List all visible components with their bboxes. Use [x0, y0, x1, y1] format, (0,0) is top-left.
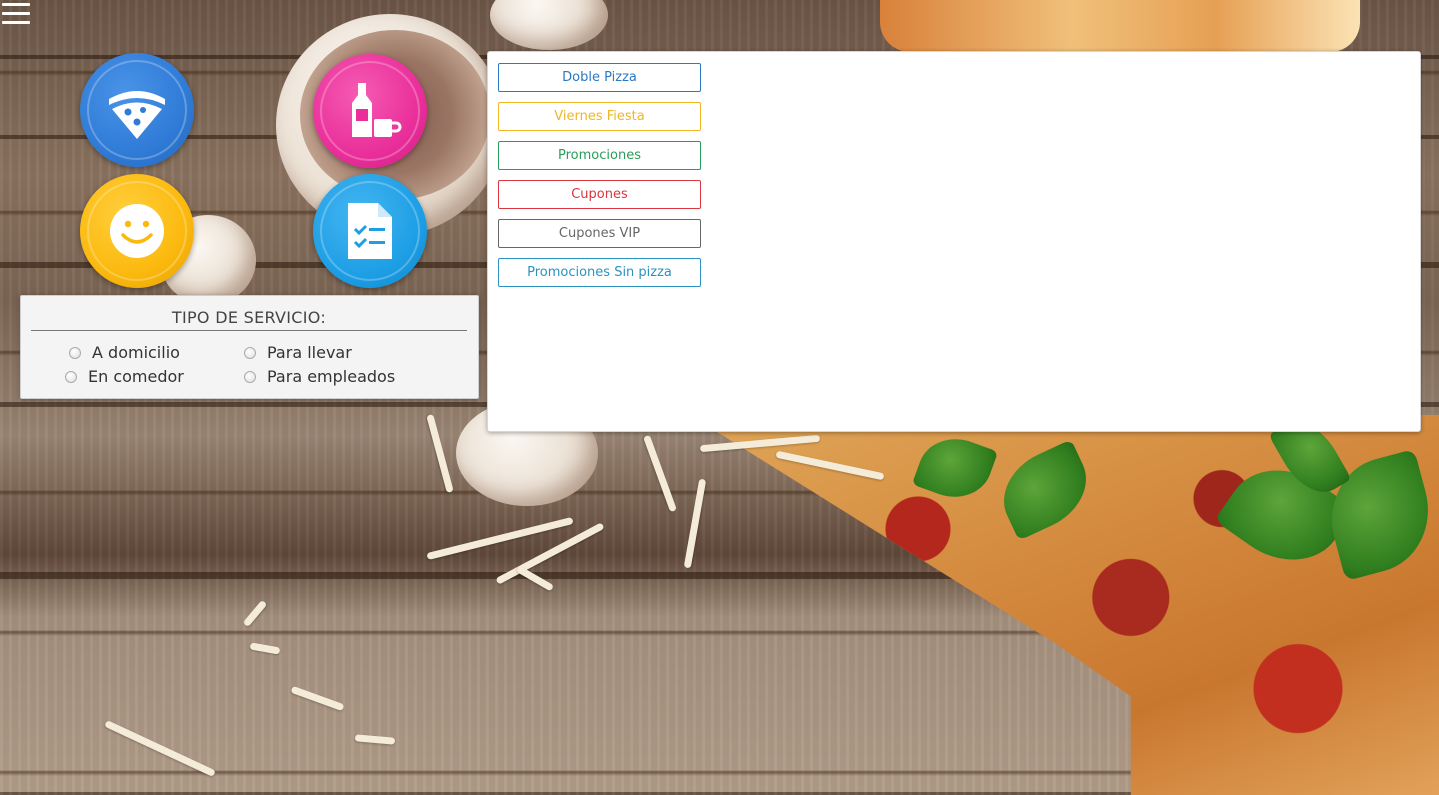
cheese-shred-decoration — [104, 719, 216, 778]
promotions-panel: Doble Pizza Viernes Fiesta Promociones C… — [487, 51, 1421, 432]
order-button[interactable] — [313, 174, 427, 288]
radio-label: Para llevar — [267, 343, 352, 362]
customer-button[interactable] — [80, 174, 194, 288]
drinks-button[interactable] — [313, 54, 427, 168]
radio-para-empleados[interactable]: Para empleados — [244, 367, 395, 386]
promo-sin-pizza-button[interactable]: Promociones Sin pizza — [498, 258, 701, 287]
hamburger-menu-icon[interactable] — [2, 3, 30, 25]
radio-label: A domicilio — [92, 343, 180, 362]
pizza-button[interactable] — [80, 53, 194, 167]
cheese-shred-decoration — [426, 413, 454, 494]
cheese-shred-decoration — [354, 734, 396, 745]
promo-promociones-button[interactable]: Promociones — [498, 141, 701, 170]
radio-label: En comedor — [88, 367, 184, 386]
mushroom-decoration — [490, 0, 608, 50]
menu-bar — [2, 12, 30, 15]
radio-para-llevar[interactable]: Para llevar — [244, 343, 352, 362]
checklist-document-icon — [348, 203, 392, 259]
cheese-shred-decoration — [290, 685, 345, 712]
menu-bar — [2, 21, 30, 24]
radio-a-domicilio[interactable]: A domicilio — [69, 343, 180, 362]
radio-button-icon[interactable] — [244, 346, 256, 359]
promo-cupones-vip-button[interactable]: Cupones VIP — [498, 219, 701, 248]
promo-cupones-button[interactable]: Cupones — [498, 180, 701, 209]
service-type-title: TIPO DE SERVICIO: — [31, 308, 467, 331]
radio-button-icon[interactable] — [65, 370, 77, 383]
promo-doble-pizza-button[interactable]: Doble Pizza — [498, 63, 701, 92]
menu-bar — [2, 3, 30, 6]
pizza-slice-icon — [109, 91, 165, 139]
radio-button-icon[interactable] — [244, 370, 256, 383]
smiley-face-icon — [110, 204, 164, 258]
radio-label: Para empleados — [267, 367, 396, 386]
cheese-shred-decoration — [249, 642, 281, 655]
service-type-panel: TIPO DE SERVICIO: A domicilio Para lleva… — [20, 295, 479, 399]
radio-button-icon[interactable] — [69, 346, 81, 359]
promo-viernes-fiesta-button[interactable]: Viernes Fiesta — [498, 102, 701, 131]
cheese-shred-decoration — [643, 434, 677, 513]
cheese-shred-decoration — [242, 599, 268, 628]
radio-en-comedor[interactable]: En comedor — [65, 367, 184, 386]
bottle-cup-icon — [352, 83, 402, 137]
cheese-shred-decoration — [683, 478, 707, 569]
pizza-crust-top — [880, 0, 1360, 52]
